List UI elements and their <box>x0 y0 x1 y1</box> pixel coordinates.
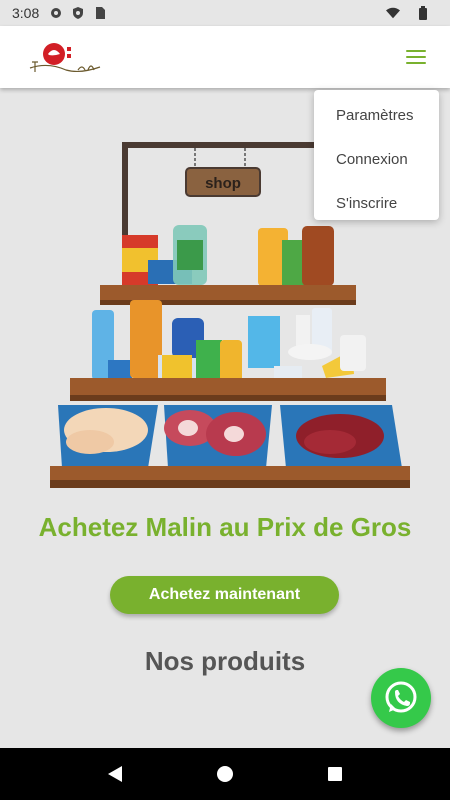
products-section-title: Nos produits <box>144 646 306 676</box>
brand-logo[interactable] <box>18 32 108 82</box>
recents-icon[interactable] <box>315 754 355 794</box>
shield-icon <box>71 6 85 20</box>
system-nav-bar <box>0 748 450 800</box>
app-header <box>0 26 450 88</box>
home-icon[interactable] <box>205 754 245 794</box>
status-time: 3:08 <box>12 5 40 21</box>
status-bar: 3:08 <box>0 0 450 26</box>
shop-now-button[interactable]: Achetez maintenant <box>110 576 339 614</box>
menu-item-parametres[interactable]: Paramètres <box>314 94 439 138</box>
settings-icon <box>49 6 63 20</box>
page-tagline: Achetez Malin au Prix de Gros <box>38 512 412 542</box>
whatsapp-icon[interactable] <box>371 668 431 728</box>
menu-item-inscrire[interactable]: S'inscrire <box>314 182 439 226</box>
wifi-icon <box>386 6 400 20</box>
hamburger-menu-icon[interactable] <box>406 44 432 70</box>
shop-sign-text: shop <box>205 175 241 192</box>
sim-card-icon <box>93 6 107 20</box>
menu-item-connexion[interactable]: Connexion <box>314 138 439 182</box>
back-icon[interactable] <box>95 754 135 794</box>
battery-icon <box>416 6 430 20</box>
overflow-menu: Paramètres Connexion S'inscrire <box>314 90 439 220</box>
